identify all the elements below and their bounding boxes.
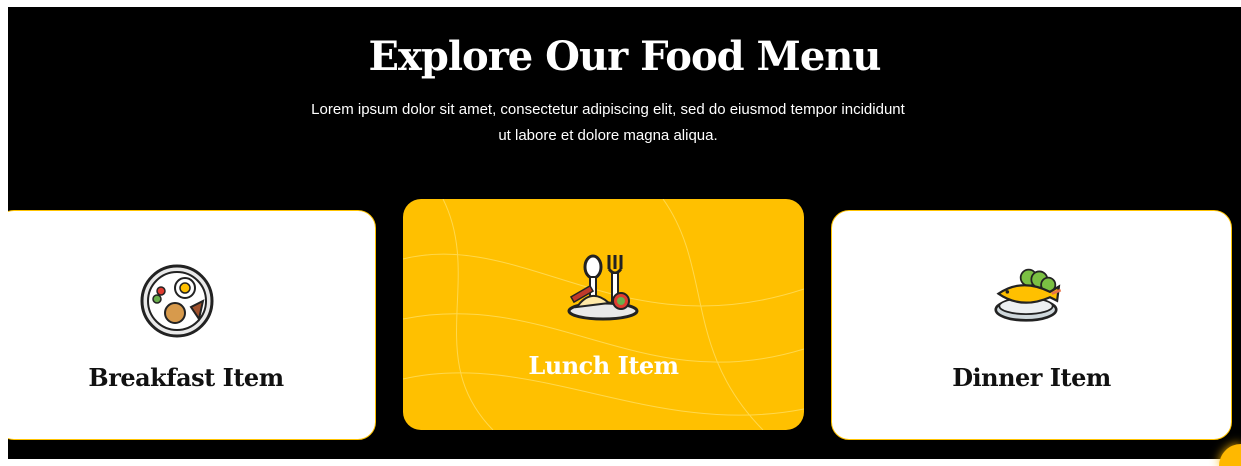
lunch-plate-icon (567, 254, 639, 321)
card-label: Dinner Item (952, 363, 1111, 392)
dinner-fish-icon (994, 268, 1062, 322)
section-subtitle: Lorem ipsum dolor sit amet, consectetur … (311, 101, 905, 144)
breakfast-plate-icon (140, 264, 214, 338)
dinner-card[interactable]: Dinner Item (831, 210, 1232, 440)
section-title: Explore Our Food Menu (368, 33, 882, 80)
lunch-card[interactable]: Lunch Item (403, 199, 804, 430)
food-menu-section: Explore Our Food Menu Lorem ipsum dolor … (8, 7, 1241, 459)
breakfast-card[interactable]: Breakfast Item (8, 210, 376, 440)
card-label: Lunch Item (528, 351, 679, 380)
card-label: Breakfast Item (88, 363, 284, 392)
